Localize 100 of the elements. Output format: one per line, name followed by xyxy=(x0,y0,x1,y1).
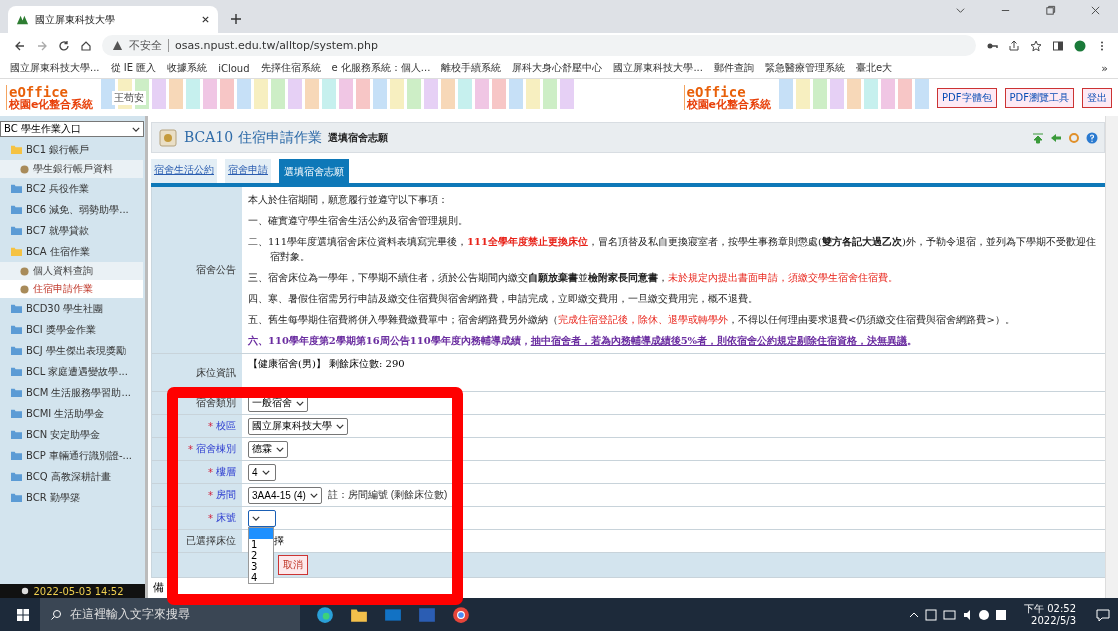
top-icon[interactable] xyxy=(1032,131,1044,144)
chevron-down-icon xyxy=(252,515,260,521)
new-tab-icon[interactable] xyxy=(230,13,242,25)
menu-folder[interactable]: BCMI 生活助學金 xyxy=(0,403,145,424)
dropdown-option[interactable]: 3 xyxy=(249,560,273,572)
address-field[interactable]: 不安全 osas.npust.edu.tw/alltop/system.php xyxy=(102,35,976,56)
header-button[interactable]: PDF字體包 xyxy=(937,87,997,108)
share-icon[interactable] xyxy=(1008,39,1020,52)
notice-paragraph: 本人於住宿期間，願意履行並遵守以下事項： xyxy=(248,193,449,207)
page-subtitle: 選填宿舍志願 xyxy=(327,130,388,145)
menu-folder[interactable]: BCR 勤學築 xyxy=(0,487,145,508)
scrollbar[interactable] xyxy=(1105,116,1118,598)
bookmark-link[interactable]: 屏科大身心舒壓中心 xyxy=(512,61,603,75)
menu-folder[interactable]: BCN 安定助學金 xyxy=(0,424,145,445)
bookmark-link[interactable]: 從 IE 匯入 xyxy=(110,61,157,75)
module-select[interactable]: BC 學生作業入口 xyxy=(0,121,144,137)
bed-info-text: 【健康宿舍(男)】 剩餘床位數: 290 xyxy=(242,354,1105,392)
dropdown-option[interactable]: 2 xyxy=(249,549,273,561)
bookmark-link[interactable]: 郵件查詢 xyxy=(713,61,754,75)
home-icon[interactable] xyxy=(80,39,92,52)
chevron-down-icon xyxy=(296,400,304,406)
menu-item[interactable]: 學生銀行帳戶資料 xyxy=(0,160,143,178)
bookmark-link[interactable]: iCloud xyxy=(218,62,250,74)
select-field[interactable]: 國立屏東科技大學 xyxy=(248,417,348,435)
menu-folder[interactable]: BCQ 高教深耕計畫 xyxy=(0,466,145,487)
eoffice-logo: eOffice 校園e化整合系統 xyxy=(683,85,772,110)
chevron-down-icon xyxy=(276,446,284,452)
more-bookmarks-button[interactable]: » xyxy=(1101,61,1108,75)
chevron-down-icon xyxy=(309,492,318,498)
page-tab[interactable]: 選填宿舍志願 xyxy=(279,159,349,183)
row-label: 床位資訊 xyxy=(152,354,242,392)
profile-avatar-icon[interactable] xyxy=(1074,39,1086,52)
dropdown-option[interactable]: 4 xyxy=(249,571,273,583)
notice-paragraph: 六、110學年度第2學期第16周公告110學年度內務輔導成績，抽中宿舍者，若為內務輔導成績後5%者，則依宿舍公約規定剔除住宿資格，決無異議。 xyxy=(248,334,919,348)
help-icon[interactable] xyxy=(1086,131,1098,144)
windows-start-icon[interactable] xyxy=(16,607,30,622)
close-icon[interactable] xyxy=(201,15,210,24)
field-note: 註：房間編號 (剩餘床位數) xyxy=(327,488,448,502)
dropdown-option[interactable]: 1 xyxy=(249,538,273,550)
menu-folder[interactable]: BCI 獎學金作業 xyxy=(0,319,145,340)
bookmark-link[interactable]: 國立屏東科技大學... xyxy=(10,61,100,75)
edge-browser-icon[interactable] xyxy=(316,605,334,624)
tray-icons-drawing[interactable] xyxy=(908,607,1008,622)
back-icon[interactable] xyxy=(14,39,26,52)
cancel-button[interactable]: 取消 xyxy=(278,555,308,575)
notification-icon[interactable] xyxy=(1096,607,1110,622)
warning-icon xyxy=(112,40,123,51)
eoffice-logo: eOffice 校園e化整合系統 xyxy=(6,85,94,110)
header-button[interactable]: 登出 xyxy=(1082,87,1112,108)
bookmark-link[interactable]: 離校手續系統 xyxy=(441,61,502,75)
reload-icon[interactable] xyxy=(58,39,70,52)
chevron-down-icon xyxy=(336,423,344,429)
chevron-down-icon[interactable] xyxy=(955,5,966,16)
header-button[interactable]: PDF瀏覽工具 xyxy=(1004,87,1074,108)
menu-item[interactable]: 個人資料查詢 xyxy=(0,262,143,280)
menu-folder[interactable]: BCM 生活服務學習助... xyxy=(0,382,145,403)
menu-folder[interactable]: BCP 車輛通行識別證-... xyxy=(0,445,145,466)
menu-item[interactable]: 住宿申請作業 xyxy=(0,280,143,298)
taskbar-time: 下午 02:52 xyxy=(1024,602,1076,615)
notice-paragraph: 一、確實遵守學生宿舍生活公約及宿舍管理規則。 xyxy=(248,214,469,228)
bookmark-link[interactable]: 國立屏東科技大學... xyxy=(613,61,703,75)
notice-paragraph: 二、111學年度選填宿舍床位資料表填寫完畢後，111全學年度禁止更換床位，冒名頂替及私自更換寢室者，按學生事務章則懲處(雙方各記大過乙次)外，予勒令退宿，並列為下學期不受歡迎住宿對象。 xyxy=(248,235,1097,264)
page-tab[interactable]: 宿舍生活公約 xyxy=(151,159,217,183)
menu-folder[interactable]: BCA 住宿作業 xyxy=(0,241,145,262)
menu-folder[interactable]: BCL 家庭遭遇變故學... xyxy=(0,361,145,382)
row-label: 宿舍公告 xyxy=(152,187,242,354)
select-field[interactable]: 4 xyxy=(248,463,276,481)
clock-text: 2022-05-03 14:52 xyxy=(33,585,124,597)
notice-paragraph: 三、宿舍床位為一學年，下學期不續住者，須於公告期間內繳交自願放棄書並檢附家長同意書，未於規定內提出書面申請，須繳交學生宿舍住宿費。 xyxy=(248,271,899,285)
page-title: BCA10 住宿申請作業 xyxy=(184,128,322,147)
restore-icon[interactable] xyxy=(1045,5,1056,16)
notice-paragraph: 五、舊生每學期住宿費將併入學雜費繳費單中；宿舍網路費另外繳納（完成住宿登記後，除休、退學或轉學外，不得以任何理由要求退費<仍須繳交住宿費與宿舍網路費>）。 xyxy=(248,313,1016,327)
chrome-browser-icon[interactable] xyxy=(452,605,470,624)
bookmark-link[interactable]: 收據系統 xyxy=(167,61,208,75)
select-field[interactable]: 德霖 xyxy=(248,440,288,458)
side-panel-icon[interactable] xyxy=(1052,39,1064,52)
select-field[interactable] xyxy=(248,509,276,527)
school-logo-icon xyxy=(16,13,29,26)
taskbar-date: 2022/5/3 xyxy=(1031,614,1076,627)
chevron-down-icon xyxy=(261,469,270,475)
menu-folder[interactable]: BC1 銀行帳戶 xyxy=(0,139,145,160)
menu-folder[interactable]: BC6 減免、弱勢助學... xyxy=(0,199,145,220)
star-icon[interactable] xyxy=(1030,39,1042,52)
close-icon[interactable] xyxy=(1090,5,1101,16)
menu-folder[interactable]: BC7 就學貸款 xyxy=(0,220,145,241)
bookmark-link[interactable]: 緊急醫療管理系統 xyxy=(764,61,845,75)
bookmark-link[interactable]: 先擇住宿系統 xyxy=(260,61,321,75)
gear-document-icon xyxy=(158,127,178,148)
menu-folder[interactable]: BC2 兵役作業 xyxy=(0,178,145,199)
chosen-bed-text: 擇 xyxy=(274,534,284,548)
clock-icon xyxy=(21,587,30,595)
bookmark-link[interactable]: e 化服務系統：個人... xyxy=(331,61,431,75)
select-field[interactable]: 3AA4-15 (4) xyxy=(248,486,322,504)
remark-text: 備 xyxy=(152,580,164,595)
page-tab[interactable]: 宿舍申請 xyxy=(225,159,271,183)
menu-folder[interactable]: BCD30 學生社團 xyxy=(0,298,145,319)
browser-tab[interactable]: 國立屏東科技大學 xyxy=(8,6,218,33)
menu-folder[interactable]: BCJ 學生傑出表現獎勵 xyxy=(0,340,145,361)
notice-paragraph: 四、寒、暑假住宿需另行申請及繳交住宿費與宿舍網路費，申請完成，立即繳交費用，一旦繳交費用完，概不退費。 xyxy=(248,292,759,306)
bookmark-link[interactable]: 臺北e大 xyxy=(855,61,893,75)
